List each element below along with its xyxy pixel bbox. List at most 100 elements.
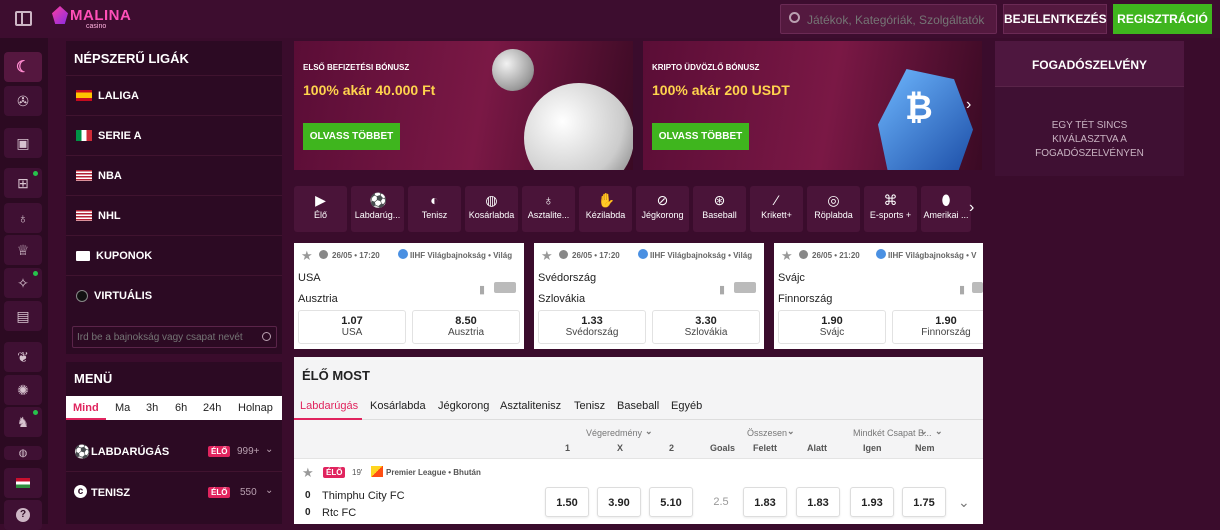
rail-fruit-button[interactable]: ❦ [4, 342, 42, 372]
search-input[interactable] [807, 11, 992, 29]
live-odd-over[interactable]: 1.83 [743, 487, 787, 517]
league-nhl[interactable]: NHL [66, 195, 282, 235]
promo-banner-1[interactable]: ELSŐ BEFIZETÉSI BÓNUSZ 100% akár 40.000 … [294, 41, 633, 170]
odd-away[interactable]: 3.30 Szlovákia [652, 310, 760, 344]
live-tab-football[interactable]: Labdarúgás [300, 400, 358, 412]
logo-text: MALINA [70, 7, 132, 24]
rail-pig-button[interactable]: ♞ [4, 407, 42, 437]
odd-away[interactable]: 1.90 Finnország [892, 310, 983, 344]
filter-active-underline [66, 418, 106, 420]
menu-sport-tennis[interactable]: c TENISZ ÉLŐ 550 ⌄ [66, 473, 282, 513]
filter-tomorrow[interactable]: Holnap [238, 402, 273, 414]
live-odd-no[interactable]: 1.75 [902, 487, 946, 517]
banner-cta-button[interactable]: OLVASS TÖBBET [652, 123, 749, 150]
rail-help-button[interactable]: ? [4, 500, 42, 530]
sidebar-toggle-icon[interactable] [15, 11, 32, 26]
league-laliga[interactable]: LALIGA [66, 75, 282, 115]
stats-icon[interactable]: ▮ [479, 283, 485, 296]
live-odd-1[interactable]: 1.50 [545, 487, 589, 517]
expand-chevron-icon[interactable]: ⌄ [958, 494, 970, 511]
market-group-total[interactable]: Összesen [747, 428, 787, 438]
live-tab-other[interactable]: Egyéb [671, 400, 702, 412]
live-tab-basketball[interactable]: Kosárlabda [370, 400, 426, 412]
rail-sports-button[interactable]: ☾ [4, 52, 42, 82]
sport-tab-live[interactable]: ▶ Élő [294, 186, 347, 232]
league-serie-a[interactable]: SERIE A [66, 115, 282, 155]
rail-casino-button[interactable]: ✇ [4, 86, 42, 116]
sport-tab-baseball[interactable]: ⊛ Baseball [693, 186, 746, 232]
live-tab-ice-hockey[interactable]: Jégkorong [438, 400, 489, 412]
col-header-x: X [617, 443, 624, 453]
login-button[interactable]: BEJELENTKEZÉS [1003, 4, 1107, 34]
live-odd-2[interactable]: 5.10 [649, 487, 693, 517]
live-odd-x[interactable]: 3.90 [597, 487, 641, 517]
banner-headline: 100% akár 200 USDT [652, 82, 790, 98]
stats-icon[interactable]: ▮ [719, 283, 725, 296]
match-card[interactable]: ★ 26/05 • 21:20 IIHF Világbajnokság • V … [774, 243, 983, 349]
odd-home[interactable]: 1.07 USA [298, 310, 406, 344]
league-search-input[interactable] [77, 330, 257, 344]
rail-missions-button[interactable]: ✧ [4, 268, 42, 298]
sport-tab-football[interactable]: ⚽ Labdarúg... [351, 186, 404, 232]
menu-sport-football[interactable]: ⚽ LABDARÚGÁS ÉLŐ 999+ ⌄ [66, 432, 282, 472]
favorite-star-icon[interactable]: ★ [301, 248, 313, 264]
odd-away[interactable]: 8.50 Ausztria [412, 310, 520, 344]
rail-shop-button[interactable]: ▤ [4, 301, 42, 331]
sport-tab-table-tennis[interactable]: ♁ Asztalite... [522, 186, 575, 232]
search-box[interactable] [780, 4, 997, 34]
odd-value: 8.50 [455, 315, 477, 327]
tennis-icon: ◐ [430, 192, 439, 208]
football-icon: ⚽ [74, 444, 91, 459]
sport-tab-volleyball[interactable]: ◎ Röplabda [807, 186, 860, 232]
league-search-box[interactable] [72, 326, 277, 348]
odd-label: Ausztria [447, 327, 485, 338]
match-card[interactable]: ★ 26/05 • 17:20 IIHF Világbajnokság • Vi… [294, 243, 524, 349]
odd-home[interactable]: 1.33 Svédország [538, 310, 646, 344]
banner-next-arrow-icon[interactable]: › [966, 96, 971, 114]
league-virtual[interactable]: VIRTUÁLIS [66, 275, 282, 315]
sport-tab-cricket[interactable]: ⁄ Krikett+ [750, 186, 803, 232]
league-coupons[interactable]: KUPONOK [66, 235, 282, 275]
play-icon: ▶ [315, 192, 326, 208]
rail-wheel-button[interactable]: ✺ [4, 375, 42, 405]
register-button[interactable]: REGISZTRÁCIÓ [1113, 4, 1212, 34]
live-tab-baseball[interactable]: Baseball [617, 400, 659, 412]
live-odd-under[interactable]: 1.83 [796, 487, 840, 517]
rail-vip-button[interactable]: ♁ [4, 203, 42, 233]
rail-tournament-button[interactable]: ♕ [4, 235, 42, 265]
sport-tab-label: Krikett+ [761, 210, 792, 220]
rail-promo-button[interactable]: ⊞ [4, 168, 42, 198]
sports-next-arrow-icon[interactable]: › [969, 199, 974, 217]
promo-banner-2[interactable]: KRIPTO ÜDVÖZLŐ BÓNUSZ 100% akár 200 USDT… [643, 41, 982, 170]
banner-cta-button[interactable]: OLVASS TÖBBET [303, 123, 400, 150]
match-card[interactable]: ★ 26/05 • 17:20 IIHF Világbajnokság • Vi… [534, 243, 764, 349]
sport-tab-esports[interactable]: ⌘ E-sports + [864, 186, 917, 232]
filter-24h[interactable]: 24h [203, 402, 221, 414]
sport-tab-handball[interactable]: ✋ Kézilabda [579, 186, 632, 232]
sport-tab-label: Kézilabda [585, 210, 626, 220]
odd-home[interactable]: 1.90 Svájc [778, 310, 886, 344]
favorite-star-icon[interactable]: ★ [302, 465, 314, 481]
live-tab-active-underline [294, 418, 362, 420]
filter-6h[interactable]: 6h [175, 402, 187, 414]
favorite-star-icon[interactable]: ★ [541, 248, 553, 264]
league-nba[interactable]: NBA [66, 155, 282, 195]
filter-today[interactable]: Ma [115, 402, 130, 414]
sport-tab-american-football[interactable]: ⬮ Amerikai ... [921, 186, 971, 232]
stats-icon[interactable]: ▮ [959, 283, 965, 296]
filter-all[interactable]: Mind [73, 402, 99, 414]
rail-support-button[interactable]: ◍ [4, 446, 42, 460]
coupon-icon [76, 250, 90, 261]
live-odd-yes[interactable]: 1.93 [850, 487, 894, 517]
rail-language-button[interactable] [4, 468, 42, 498]
live-tab-tennis[interactable]: Tenisz [574, 400, 605, 412]
sport-tab-ice-hockey[interactable]: ⊘ Jégkorong [636, 186, 689, 232]
filter-3h[interactable]: 3h [146, 402, 158, 414]
market-group-result[interactable]: Végeredmény [586, 428, 642, 438]
favorite-star-icon[interactable]: ★ [781, 248, 793, 264]
live-tab-table-tennis[interactable]: Asztalitenisz [500, 400, 561, 412]
sport-tab-tennis[interactable]: ◐ Tenisz [408, 186, 461, 232]
rail-live-casino-button[interactable]: ▣ [4, 128, 42, 158]
sport-tab-basketball[interactable]: ◍ Kosárlabda [465, 186, 518, 232]
logo[interactable]: MALINA casino [52, 4, 132, 32]
